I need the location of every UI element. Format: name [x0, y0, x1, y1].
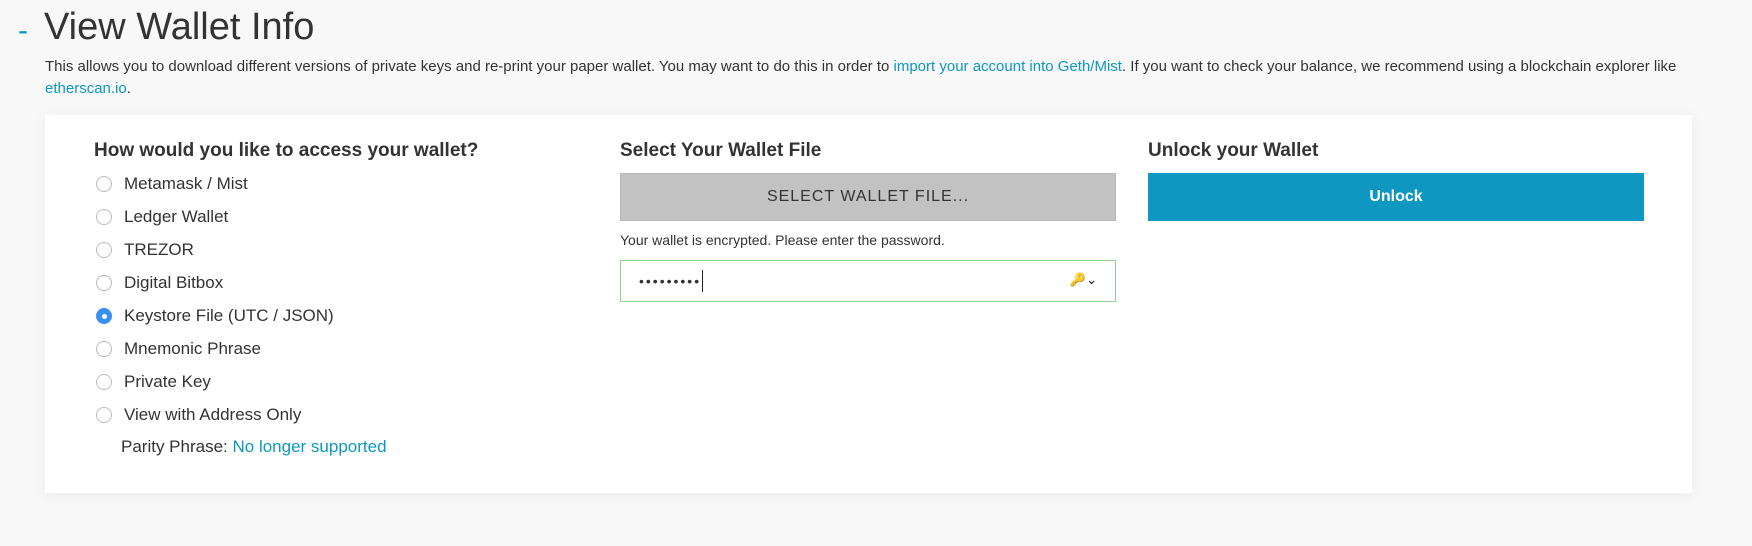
radio-circle[interactable] [96, 275, 112, 291]
desc-text: . [126, 80, 131, 97]
access-option-radio[interactable]: Digital Bitbox [96, 271, 223, 295]
no-longer-supported-link[interactable]: No longer supported [233, 437, 387, 456]
radio-circle[interactable] [96, 209, 112, 225]
radio-circle[interactable] [96, 407, 112, 423]
radio-label: Digital Bitbox [124, 273, 224, 292]
page-title: View Wallet Info [44, 6, 315, 48]
radio-label: Private Key [124, 372, 211, 391]
parity-phrase-note: Parity Phrase: No longer supported [121, 437, 387, 457]
key-icon[interactable]: 🔑⌄ [1070, 272, 1097, 288]
collapse-toggle[interactable]: - [18, 14, 28, 48]
radio-circle[interactable] [96, 176, 112, 192]
access-option-radio[interactable]: Keystore File (UTC / JSON) [96, 304, 334, 328]
file-heading: Select Your Wallet File [620, 140, 822, 161]
radio-label: Metamask / Mist [124, 174, 248, 193]
geth-import-link[interactable]: import your account into Geth/Mist [894, 58, 1122, 75]
radio-circle[interactable] [96, 341, 112, 357]
radio-label: View with Address Only [124, 405, 302, 424]
radio-label: Keystore File (UTC / JSON) [124, 306, 334, 325]
select-wallet-file-button[interactable]: SELECT WALLET FILE... [620, 173, 1116, 221]
access-option-radio[interactable]: Ledger Wallet [96, 205, 228, 229]
page-description: This allows you to download different ve… [45, 56, 1705, 100]
desc-text: This allows you to download different ve… [45, 58, 894, 75]
access-option-radio[interactable]: TREZOR [96, 238, 194, 262]
password-value: ••••••••• [639, 273, 702, 289]
radio-label: Ledger Wallet [124, 207, 229, 226]
radio-circle[interactable] [96, 374, 112, 390]
access-option-radio[interactable]: Mnemonic Phrase [96, 337, 261, 361]
access-option-radio[interactable]: View with Address Only [96, 403, 301, 427]
parity-label: Parity Phrase: [121, 437, 228, 456]
encrypted-message: Your wallet is encrypted. Please enter t… [620, 232, 945, 248]
radio-circle[interactable] [96, 242, 112, 258]
text-caret [702, 270, 704, 292]
etherscan-link[interactable]: etherscan.io [45, 80, 127, 97]
access-option-radio[interactable]: Private Key [96, 370, 211, 394]
access-heading: How would you like to access your wallet… [94, 140, 479, 161]
password-input[interactable]: ••••••••• 🔑⌄ [620, 260, 1116, 302]
radio-label: TREZOR [124, 240, 194, 259]
desc-text: . If you want to check your balance, we … [1121, 58, 1677, 75]
radio-circle[interactable] [96, 308, 112, 324]
unlock-heading: Unlock your Wallet [1148, 140, 1319, 161]
access-option-radio[interactable]: Metamask / Mist [96, 172, 248, 196]
unlock-button[interactable]: Unlock [1148, 173, 1644, 221]
radio-label: Mnemonic Phrase [124, 339, 262, 358]
